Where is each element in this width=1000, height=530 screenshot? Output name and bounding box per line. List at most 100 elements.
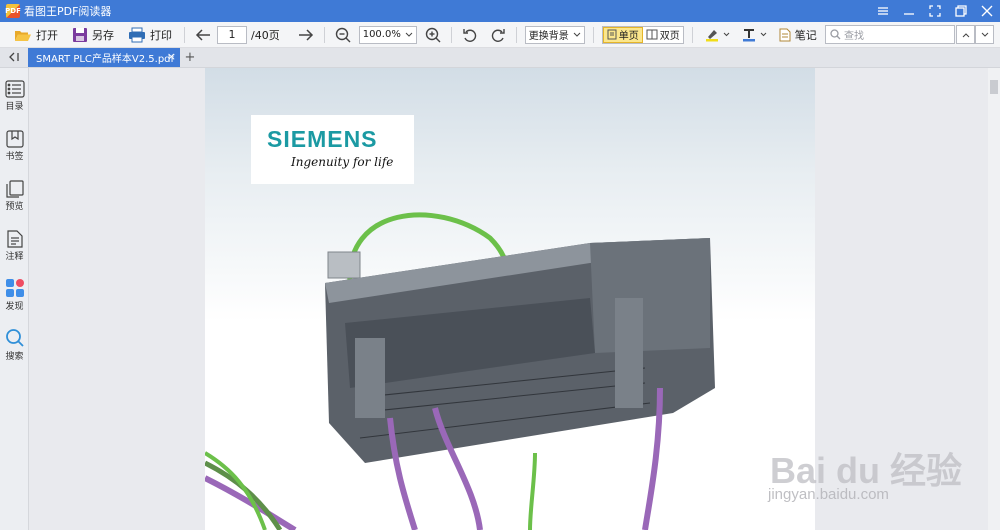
preview-icon <box>5 180 24 198</box>
toolbar-divider <box>691 26 693 43</box>
note-icon <box>779 28 791 41</box>
network-connector <box>327 251 361 279</box>
search-next-button[interactable] <box>975 25 994 44</box>
change-background-select[interactable]: 更换背景 <box>524 25 585 44</box>
menu-icon <box>878 7 888 15</box>
rotate-left-button[interactable] <box>460 25 480 45</box>
list-icon <box>4 80 25 98</box>
toolbar: 打开 另存 打印 1 /40页 100.0% 更换背景 单页 双页 笔记 查找 <box>0 22 1000 48</box>
save-as-label: 另存 <box>92 28 114 42</box>
title-bar: PDF 看图王PDF阅读器 <box>0 0 1000 22</box>
collapse-icon <box>9 52 19 62</box>
single-page-icon <box>607 29 617 40</box>
minimize-icon <box>904 13 914 15</box>
sidebar-item-preview[interactable]: 预览 <box>0 180 29 212</box>
chevron-down-icon <box>573 32 581 37</box>
view-mode-toggle: 单页 双页 <box>601 25 684 44</box>
previous-page-button[interactable] <box>193 25 213 45</box>
scrollbar-thumb[interactable] <box>990 80 998 94</box>
tab-close-icon[interactable]: × <box>167 50 176 63</box>
baidu-watermark: Bai du 经验 jingyan.baidu.com <box>762 420 992 520</box>
toolbar-divider <box>184 26 185 43</box>
left-terminal-block <box>355 338 385 418</box>
fullscreen-button[interactable] <box>922 0 948 22</box>
sidebar-item-label: 发现 <box>5 302 24 312</box>
save-icon <box>73 27 87 42</box>
pdf-page: SIEMENS Ingenuity for life <box>205 68 815 530</box>
sidebar-item-label: 注释 <box>5 252 24 262</box>
search-input[interactable]: 查找 <box>825 25 955 44</box>
note-button[interactable]: 笔记 <box>775 24 821 46</box>
zoom-value: 100.0% <box>362 29 401 40</box>
double-page-icon <box>646 29 658 40</box>
purple-cable <box>205 475 297 530</box>
single-page-button[interactable]: 单页 <box>602 26 643 43</box>
discover-icon <box>5 279 24 297</box>
chevron-down-icon <box>723 32 730 37</box>
printer-icon <box>129 27 145 42</box>
fullscreen-icon <box>929 5 941 17</box>
save-as-button[interactable]: 另存 <box>68 24 118 46</box>
double-page-label: 双页 <box>659 31 680 42</box>
highlighter-icon <box>705 29 718 41</box>
page-number-input[interactable]: 1 <box>217 25 247 44</box>
minimize-button[interactable] <box>896 0 922 22</box>
folder-open-icon <box>15 30 31 41</box>
toolbar-divider <box>592 26 594 43</box>
restore-icon <box>955 5 967 17</box>
sidebar-item-discover[interactable]: 发现 <box>0 278 29 312</box>
menu-button[interactable] <box>870 0 896 22</box>
close-window-button[interactable] <box>974 0 1000 22</box>
arrow-left-icon <box>195 28 210 41</box>
print-label: 打印 <box>150 28 172 42</box>
tab-bar: SMART PLC产品样本V2.5.pdf × + <box>0 48 1000 68</box>
sidebar-item-label: 搜索 <box>5 352 24 362</box>
zoom-in-button[interactable] <box>423 25 443 45</box>
app-logo-icon: PDF <box>5 4 21 18</box>
zoom-out-icon <box>335 27 351 42</box>
sidebar-item-contents[interactable]: 目录 <box>0 80 29 112</box>
background-label: 更换背景 <box>528 31 569 42</box>
search-icon <box>830 29 841 40</box>
collapse-sidebar-button[interactable] <box>0 47 28 67</box>
annotation-icon <box>6 230 23 248</box>
document-tab[interactable]: SMART PLC产品样本V2.5.pdf × <box>28 48 180 67</box>
text-color-button[interactable] <box>738 24 771 46</box>
sidebar: 目录 书签 预览 注释 发现 搜索 <box>0 68 29 530</box>
search-previous-button[interactable] <box>956 25 975 44</box>
arrow-right-icon <box>298 28 313 41</box>
open-label: 打开 <box>36 28 58 42</box>
sidebar-item-annotations[interactable]: 注释 <box>0 230 29 262</box>
double-page-button[interactable]: 双页 <box>642 26 683 43</box>
document-tab-label: SMART PLC产品样本V2.5.pdf <box>36 54 175 65</box>
plc-product-image <box>205 212 715 530</box>
sidebar-item-bookmarks[interactable]: 书签 <box>0 130 29 162</box>
print-button[interactable]: 打印 <box>124 24 176 46</box>
restore-button[interactable] <box>948 0 974 22</box>
text-color-icon <box>742 28 755 41</box>
total-pages-label: /40页 <box>251 28 280 42</box>
window-title: 看图王PDF阅读器 <box>24 5 112 18</box>
right-terminal-block <box>615 298 643 408</box>
chevron-up-icon <box>962 32 969 37</box>
search-icon <box>5 329 24 347</box>
search-placeholder: 查找 <box>844 31 864 42</box>
watermark-url: jingyan.baidu.com <box>768 486 889 503</box>
toolbar-divider <box>323 26 325 43</box>
chevron-down-icon <box>405 32 413 37</box>
chevron-down-icon <box>981 32 988 37</box>
rotate-right-button[interactable] <box>488 25 508 45</box>
rotate-left-icon <box>463 28 476 42</box>
chevron-down-icon <box>760 32 767 37</box>
bookmark-icon <box>5 130 24 148</box>
next-page-button[interactable] <box>296 25 316 45</box>
sidebar-item-search[interactable]: 搜索 <box>0 328 29 362</box>
zoom-out-button[interactable] <box>333 25 353 45</box>
new-tab-button[interactable]: + <box>180 48 200 67</box>
sidebar-item-label: 目录 <box>5 102 24 112</box>
toolbar-divider <box>450 26 452 43</box>
zoom-select[interactable]: 100.0% <box>358 25 417 44</box>
toolbar-divider <box>515 26 517 43</box>
highlight-button[interactable] <box>701 24 734 46</box>
open-button[interactable]: 打开 <box>10 24 62 46</box>
